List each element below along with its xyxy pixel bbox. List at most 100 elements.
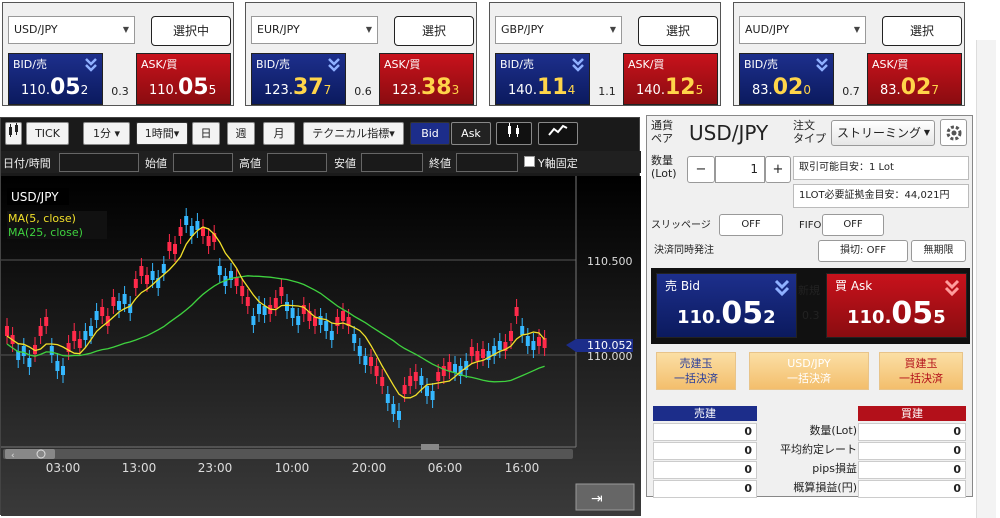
ask-rate-box[interactable]: ASK/買 140.125 — [623, 53, 718, 105]
buy-ask-label: 買 Ask — [835, 279, 873, 293]
candle — [408, 376, 413, 386]
settle-pair-button[interactable]: USD/JPY 一括決済 — [749, 352, 869, 390]
bid-toggle[interactable]: Bid — [410, 122, 450, 145]
select-pair-button[interactable]: 選択中 — [151, 16, 231, 46]
order-type-value: ストリーミング — [837, 126, 922, 140]
ask-rate-box[interactable]: ASK/買 110.055 — [136, 53, 231, 105]
settings-gear-icon[interactable] — [940, 119, 967, 146]
candle — [44, 317, 49, 326]
pair-select[interactable]: USD/JPY ▼ — [8, 16, 135, 44]
timeframe-1min-select[interactable]: 1分 ▾ — [83, 122, 130, 145]
candle — [184, 216, 189, 225]
bid-rate-box[interactable]: BID/売 123.377 — [251, 53, 346, 105]
tick-button[interactable]: TICK — [26, 122, 69, 145]
x-tick-label: 03:00 — [46, 461, 81, 475]
settle-sell-button[interactable]: 売建玉 一括決済 — [656, 352, 736, 390]
candle — [525, 336, 530, 346]
settle-order-label: 決済同時発注 — [654, 245, 714, 256]
stoploss-toggle[interactable]: 損切: OFF — [818, 240, 908, 262]
slippage-toggle[interactable]: OFF — [719, 214, 783, 236]
ask-label: ASK/買 — [141, 58, 178, 71]
technical-indicator-select[interactable]: テクニカル指標▾ — [303, 122, 404, 145]
candle — [27, 358, 32, 367]
ask-rate-box[interactable]: ASK/買 123.383 — [379, 53, 474, 105]
spread-value: 1.1 — [598, 85, 616, 98]
qty-plus-button[interactable]: + — [765, 156, 791, 183]
window-scrollbar[interactable] — [976, 40, 996, 518]
candle — [279, 287, 284, 296]
bid-rate-box[interactable]: BID/売 83.020 — [739, 53, 834, 105]
candle — [369, 357, 373, 366]
low-label: 安値 — [334, 157, 356, 170]
yaxis-fix-checkbox[interactable] — [524, 156, 535, 167]
candle — [117, 301, 121, 310]
pair-select[interactable]: AUD/JPY ▼ — [739, 16, 866, 44]
buy-ask-button[interactable]: 買 Ask 110.055 — [826, 273, 967, 338]
chart-symbol: USD/JPY — [11, 190, 59, 204]
line-chart-icon[interactable] — [538, 122, 578, 145]
timeframe-week-button[interactable]: 週 — [227, 122, 255, 145]
select-pair-button[interactable]: 選択 — [638, 16, 718, 46]
pair-value: USD/JPY — [14, 23, 58, 36]
sell-bid-label: 売 Bid — [665, 279, 700, 293]
settle-pair-sub: 一括決済 — [787, 372, 831, 385]
candle-chart-icon[interactable] — [496, 122, 532, 145]
unlimited-toggle[interactable]: 無期限 — [911, 240, 966, 262]
chevron-down-icon — [572, 58, 584, 72]
select-pair-button[interactable]: 選択 — [882, 16, 962, 46]
margin-info: 1LOT必要証拠金目安：44,021円 — [793, 184, 969, 208]
select-pair-button[interactable]: 選択 — [394, 16, 474, 46]
candle — [195, 221, 200, 230]
position-row-label: 概算損益(円) — [793, 481, 857, 494]
candle — [497, 341, 502, 350]
candlestick-toggle-icon[interactable] — [5, 122, 22, 145]
candle — [363, 356, 368, 365]
open-label: 始値 — [145, 157, 167, 170]
bid-price: 123.377 — [264, 75, 332, 100]
order-type-select[interactable]: ストリーミング ▼ — [831, 120, 935, 146]
fifo-toggle[interactable]: OFF — [822, 214, 884, 236]
legend-ma5: MA(5, close) — [8, 212, 76, 225]
candle — [251, 316, 256, 325]
low-field — [361, 153, 423, 172]
ask-label: ASK/買 — [872, 58, 909, 71]
candle — [206, 236, 211, 246]
timeframe-1hour-select[interactable]: 1時間▾ — [136, 122, 188, 145]
bid-label: BID/売 — [744, 58, 778, 71]
qty-minus-button[interactable]: − — [687, 156, 715, 183]
candle — [357, 346, 362, 356]
chevron-down-icon — [816, 58, 828, 72]
timeframe-month-button[interactable]: 月 — [263, 122, 295, 145]
order-type-label: 注文 タイプ — [793, 119, 826, 145]
ask-rate-box[interactable]: ASK/買 83.027 — [867, 53, 962, 105]
bid-rate-box[interactable]: BID/売 110.052 — [8, 53, 103, 105]
pair-select[interactable]: EUR/JPY ▼ — [251, 16, 378, 44]
candle — [257, 304, 261, 314]
candle — [318, 316, 323, 325]
candle — [83, 331, 88, 340]
sell-bid-button[interactable]: 売 Bid 110.052 — [656, 273, 797, 338]
qty-input[interactable]: 1 — [715, 156, 765, 183]
candle — [262, 306, 267, 315]
ask-toggle[interactable]: Ask — [451, 122, 491, 145]
buy-position-value: 0 — [858, 442, 966, 460]
close-field — [456, 153, 518, 172]
bid-rate-box[interactable]: BID/売 140.114 — [495, 53, 590, 105]
open-field — [173, 153, 233, 172]
candle — [89, 326, 93, 336]
candle — [380, 377, 385, 386]
settle-pair-title: USD/JPY — [787, 357, 831, 370]
pair-select[interactable]: GBP/JPY ▼ — [495, 16, 622, 44]
price-chart[interactable]: 110.052 110.500 110.000 03:00 13:00 23:00 1… — [1, 176, 641, 516]
legend-ma25: MA(25, close) — [8, 226, 83, 239]
candle — [145, 275, 149, 284]
candle — [245, 297, 250, 306]
candle — [167, 242, 172, 251]
timeframe-day-button[interactable]: 日 — [192, 122, 220, 145]
high-field — [267, 153, 327, 172]
candle — [178, 227, 183, 236]
settle-buy-button[interactable]: 買建玉 一括決済 — [879, 352, 963, 390]
candle — [481, 349, 485, 358]
bid-label: BID/売 — [256, 58, 290, 71]
candle — [402, 385, 407, 394]
